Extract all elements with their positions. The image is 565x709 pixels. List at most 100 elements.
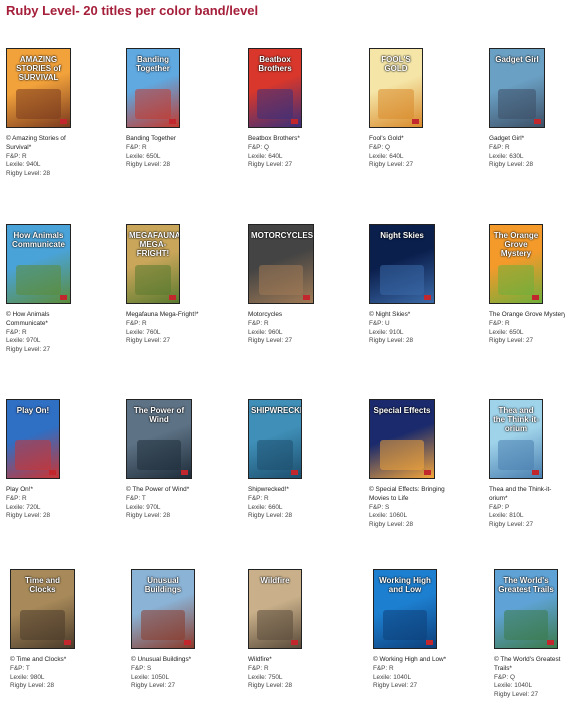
lexile-level: Lexile: 940L: [6, 161, 122, 170]
lexile-level-value: 1060L: [389, 512, 408, 520]
cover-title: Gadget Girl: [495, 55, 539, 64]
fp-level-label: F&P:: [10, 664, 25, 672]
lexile-level-value: 720L: [26, 503, 41, 511]
fp-level: F&P: U: [369, 320, 485, 329]
lexile-level-label: Lexile:: [126, 328, 145, 336]
rigby-level: Rigby Level: 28: [248, 512, 364, 521]
cover-title: Thea and the Think-it-orium: [493, 406, 539, 433]
publisher-logo-icon: [291, 119, 298, 124]
publisher-logo-icon: [532, 295, 539, 300]
fp-level-label: F&P:: [126, 143, 141, 151]
lexile-level-value: 650L: [146, 152, 161, 160]
lexile-level-value: 970L: [146, 503, 161, 511]
fp-level-value: R: [389, 664, 394, 672]
fp-level: F&P: R: [6, 153, 122, 162]
book-title: Beatbox Brothers*: [248, 135, 300, 142]
lexile-level-value: 750L: [268, 673, 283, 681]
book-cover-image: The Orange Grove Mystery: [489, 224, 543, 304]
cover-illustration: [383, 610, 427, 640]
rigby-level-label: Rigby Level:: [126, 161, 162, 169]
lexile-level-label: Lexile:: [10, 673, 29, 681]
book-cover-image: Time and Clocks: [10, 569, 75, 649]
lexile-level-label: Lexile:: [248, 152, 267, 160]
rigby-level-label: Rigby Level:: [489, 161, 525, 169]
book-title: © Time and Clocks*: [10, 656, 67, 663]
book-title: © Amazing Stories of Survival*: [6, 135, 66, 151]
lexile-level-label: Lexile:: [489, 512, 508, 520]
lexile-level-value: 910L: [389, 328, 404, 336]
lexile-level-value: 1040L: [514, 682, 533, 690]
book-title: Megafauna Mega-Fright!*: [126, 311, 199, 318]
fp-level-value: Q: [264, 143, 269, 151]
fp-level: F&P: S: [131, 665, 247, 674]
lexile-level-label: Lexile:: [489, 152, 508, 160]
fp-level: F&P: R: [6, 329, 122, 338]
rigby-level-value: 28: [162, 161, 171, 169]
cover-title: Time and Clocks: [25, 576, 60, 594]
cover-illustration: [379, 440, 425, 470]
rigby-level-value: 28: [284, 682, 293, 690]
rigby-level-value: 27: [405, 161, 414, 169]
cover-illustration: [134, 89, 172, 119]
rigby-level-label: Rigby Level:: [489, 521, 525, 529]
book-title: Motorcycles: [248, 311, 283, 318]
book-item: How Animals Communicate © How Animals Com…: [6, 224, 122, 355]
book-item: AMAZING STORIES of SURVIVAL © Amazing Sto…: [6, 48, 122, 179]
publisher-logo-icon: [60, 119, 67, 124]
rigby-level-value: 27: [525, 521, 534, 529]
book-info: Motorcycles F&P: R Lexile: 960L Rigby Level…: [248, 311, 364, 346]
book-info: Beatbox Brothers* F&P: Q Lexile: 640L Rigby…: [248, 135, 364, 170]
rigby-level-label: Rigby Level:: [373, 682, 409, 690]
book-cover-image: Beatbox Brothers: [248, 48, 302, 128]
book-cover-image: MEGAFAUNA MEGA-FRIGHT!: [126, 224, 180, 304]
rigby-level: Rigby Level: 27: [489, 521, 565, 530]
publisher-logo-icon: [291, 640, 298, 645]
publisher-logo-icon: [547, 640, 554, 645]
book-info: Shipwrecked!* F&P: R Lexile: 660L Rigby Lev…: [248, 486, 364, 521]
rigby-level-label: Rigby Level:: [126, 512, 162, 520]
book-item: Wildfire Wildfire* F&P: R Lexile: 750L Rigby…: [248, 569, 364, 691]
fp-level: F&P: R: [489, 144, 565, 153]
lexile-level-value: 1040L: [393, 673, 412, 681]
lexile-level-value: 980L: [30, 673, 45, 681]
rigby-level-value: 28: [525, 161, 534, 169]
lexile-level: Lexile: 630L: [489, 153, 565, 162]
fp-level: F&P: R: [373, 665, 489, 674]
book-item: Thea and the Think-it-orium Thea and the …: [489, 399, 565, 530]
fp-level-value: S: [385, 503, 390, 511]
book-cover-image: Thea and the Think-it-orium: [489, 399, 543, 479]
book-title: © Working High and Low*: [373, 656, 447, 663]
rigby-level-value: 27: [162, 337, 171, 345]
fp-level-label: F&P:: [248, 494, 263, 502]
cover-illustration: [14, 440, 52, 470]
publisher-logo-icon: [169, 295, 176, 300]
fp-level-label: F&P:: [369, 319, 384, 327]
lexile-level: Lexile: 810L: [489, 512, 565, 521]
fp-level: F&P: R: [6, 495, 122, 504]
cover-illustration: [16, 265, 61, 295]
rigby-level: Rigby Level: 28: [126, 512, 242, 521]
fp-level-label: F&P:: [369, 503, 384, 511]
rigby-level-label: Rigby Level:: [489, 337, 525, 345]
lexile-level-label: Lexile:: [248, 328, 267, 336]
cover-illustration: [497, 265, 535, 295]
book-cover-image: Unusual Buildings: [131, 569, 195, 649]
fp-level-value: Q: [385, 143, 390, 151]
fp-level-label: F&P:: [373, 664, 388, 672]
lexile-level-label: Lexile:: [248, 673, 267, 681]
fp-level-value: R: [505, 319, 510, 327]
book-item: Special Effects © Special Effects: Bringi…: [369, 399, 485, 530]
lexile-level-label: Lexile:: [373, 673, 392, 681]
book-cover-image: How Animals Communicate: [6, 224, 71, 304]
cover-title: SHIPWRECKED!: [251, 406, 301, 415]
book-info: Thea and the Think-it-orium* F&P: P Lexile…: [489, 486, 565, 530]
book-item: Working High and Low © Working High and L…: [373, 569, 489, 691]
book-title: © The World's Greatest Trails*: [494, 656, 561, 672]
fp-level-label: F&P:: [248, 319, 263, 327]
fp-level: F&P: R: [126, 144, 242, 153]
publisher-logo-icon: [424, 470, 431, 475]
fp-level-label: F&P:: [6, 152, 21, 160]
fp-level-label: F&P:: [494, 673, 509, 681]
book-item: Play On! Play On!* F&P: R Lexile: 720L Rigby…: [6, 399, 122, 521]
cover-title: MOTORCYCLES: [251, 231, 314, 240]
